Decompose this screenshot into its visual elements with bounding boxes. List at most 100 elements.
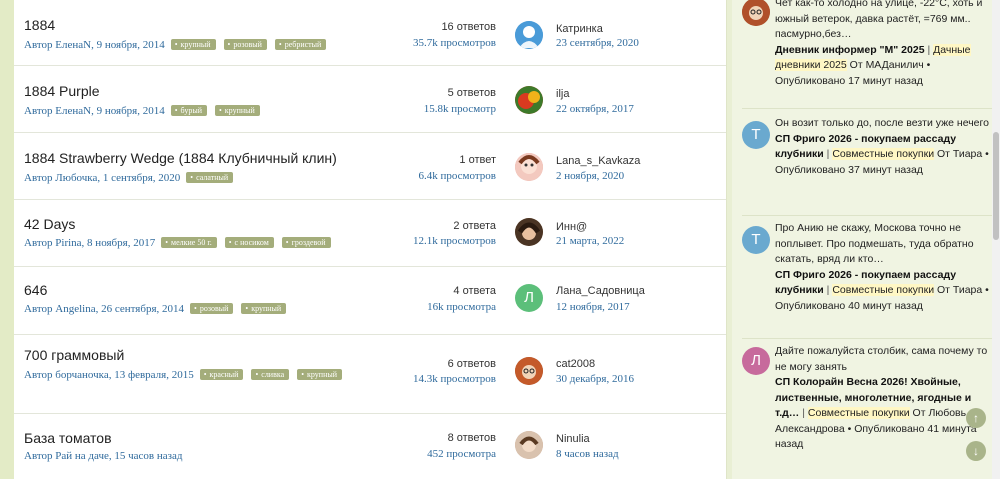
topic-title[interactable]: 1884 Purple: [24, 83, 100, 99]
activity-time: Опубликовано 40 минут назад: [775, 299, 923, 312]
topic-author[interactable]: Автор ЕленаN, 9 ноября, 2014: [24, 39, 165, 51]
last-poster[interactable]: Lana_s_Kavkaza: [556, 155, 640, 167]
tag[interactable]: красный: [199, 369, 244, 380]
last-post-date[interactable]: 22 октября, 2017: [556, 103, 634, 115]
view-count: 16k просмотра: [427, 301, 496, 313]
topic-meta: Автор ЕленаN, 9 ноября, 2014 крупный розов…: [24, 37, 424, 53]
avatar[interactable]: [515, 431, 543, 459]
tag[interactable]: с носиком: [224, 237, 274, 248]
topic-author[interactable]: Автор Рай на даче, 15 часов назад: [24, 450, 182, 462]
avatar[interactable]: [515, 86, 543, 114]
tag[interactable]: розовый: [190, 303, 234, 314]
avatar[interactable]: [515, 153, 543, 181]
last-poster[interactable]: Катринка: [556, 23, 603, 35]
view-count: 14.3k просмотров: [413, 373, 496, 385]
last-post-date[interactable]: 21 марта, 2022: [556, 235, 624, 247]
topic-author[interactable]: Автор ЕленаN, 9 ноября, 2014: [24, 105, 165, 117]
table-row[interactable]: 1884 Purple Автор ЕленаN, 9 ноября, 2014…: [14, 66, 726, 133]
topic-title[interactable]: База томатов: [24, 430, 112, 446]
reply-count: 4 ответа: [453, 285, 496, 297]
avatar[interactable]: Л: [742, 347, 770, 375]
last-poster[interactable]: Лана_Садовница: [556, 285, 645, 297]
topic-author[interactable]: Автор Любочка, 1 сентября, 2020: [24, 172, 180, 184]
scrollbar-thumb[interactable]: [993, 132, 999, 240]
last-post-date[interactable]: 12 ноября, 2017: [556, 301, 630, 313]
topic-title[interactable]: 1884: [24, 17, 55, 33]
activity-author[interactable]: От МАДанилич: [850, 59, 924, 71]
tag[interactable]: мелкие 50 г.: [161, 237, 217, 248]
activity-text: Он возит только до, после везти уже нече…: [775, 117, 989, 129]
topic-title[interactable]: 646: [24, 282, 47, 298]
tag[interactable]: гроздевой: [281, 237, 331, 248]
tag[interactable]: розовый: [223, 39, 267, 50]
table-row[interactable]: База томатов Автор Рай на даче, 15 часов…: [14, 414, 726, 479]
scroll-to-bottom-button[interactable]: ↓: [966, 441, 986, 461]
topic-author[interactable]: Автор Angelina, 26 сентября, 2014: [24, 303, 184, 315]
activity-body: Про Анию не скажу, Москова точно не попл…: [775, 222, 989, 312]
activity-forum-link[interactable]: Совместные покупки: [832, 148, 935, 160]
last-poster[interactable]: Инн@: [556, 221, 587, 233]
topic-list: 1884 Автор ЕленаN, 9 ноября, 2014 крупный…: [14, 0, 727, 479]
reply-count: 1 ответ: [459, 154, 496, 166]
last-post-date[interactable]: 23 сентября, 2020: [556, 37, 639, 49]
avatar[interactable]: Л: [515, 284, 543, 312]
last-poster[interactable]: ilja: [556, 88, 569, 100]
avatar[interactable]: Т: [742, 121, 770, 149]
user-avatar-icon: [515, 357, 543, 385]
table-row[interactable]: 1884 Strawberry Wedge (1884 Клубничный к…: [14, 133, 726, 200]
tag[interactable]: крупный: [170, 39, 216, 50]
activity-item[interactable]: Т Он возит только до, после везти уже не…: [742, 109, 992, 216]
activity-author[interactable]: От Тиара: [937, 148, 982, 160]
table-row[interactable]: 42 Days Автор Pirina, 8 ноября, 2017 мелк…: [14, 200, 726, 267]
view-count: 15.8k просмотр: [423, 103, 496, 115]
table-row[interactable]: 700 граммовый Автор борчаночка, 13 февра…: [14, 335, 726, 414]
activity-forum-link[interactable]: Совместные покупки: [807, 407, 910, 419]
activity-sidebar: Чет как-то холодно на улице, -22°C, хоть…: [732, 0, 994, 479]
last-poster[interactable]: Ninulia: [556, 433, 590, 445]
activity-thread-link[interactable]: Дневник информер "М" 2025: [775, 44, 925, 56]
topic-meta: Автор ЕленаN, 9 ноября, 2014 бурый крупный: [24, 103, 424, 119]
last-poster[interactable]: cat2008: [556, 358, 595, 370]
topic-title[interactable]: 1884 Strawberry Wedge (1884 Клубничный к…: [24, 150, 337, 166]
reply-count: 16 ответов: [441, 21, 496, 33]
activity-item[interactable]: Т Про Анию не скажу, Москова точно не по…: [742, 216, 992, 339]
tag[interactable]: сливка: [251, 369, 290, 380]
topic-author[interactable]: Автор Pirina, 8 ноября, 2017: [24, 237, 155, 249]
topic-title[interactable]: 42 Days: [24, 216, 75, 232]
last-post-date[interactable]: 8 часов назад: [556, 448, 619, 460]
view-count: 452 просмотра: [427, 448, 496, 460]
last-post-date[interactable]: 2 ноября, 2020: [556, 170, 624, 182]
topic-meta: Автор борчаночка, 13 февраля, 2015 красны…: [24, 367, 424, 383]
tag[interactable]: крупный: [214, 105, 260, 116]
topic-author[interactable]: Автор борчаночка, 13 февраля, 2015: [24, 369, 194, 381]
avatar[interactable]: [515, 218, 543, 246]
arrow-up-icon: ↑: [973, 411, 979, 425]
reply-count: 2 ответа: [453, 220, 496, 232]
table-row[interactable]: 646 Автор Angelina, 26 сентября, 2014 роз…: [14, 267, 726, 335]
avatar[interactable]: [742, 0, 770, 26]
tag[interactable]: крупный: [297, 369, 342, 380]
activity-forum-link[interactable]: Совместные покупки: [832, 284, 935, 296]
avatar[interactable]: [515, 21, 543, 49]
view-count: 35.7k просмотров: [413, 37, 496, 49]
user-avatar-icon: [515, 431, 543, 459]
tag[interactable]: крупный: [241, 303, 287, 314]
avatar[interactable]: [515, 357, 543, 385]
activity-author[interactable]: От Тиара: [937, 284, 982, 296]
user-avatar-icon: [515, 153, 543, 181]
avatar[interactable]: Т: [742, 226, 770, 254]
view-count: 12.1k просмотров: [413, 235, 496, 247]
activity-item[interactable]: Чет как-то холодно на улице, -22°C, хоть…: [742, 0, 992, 109]
user-avatar-icon: [742, 0, 770, 26]
last-post-date[interactable]: 30 декабря, 2016: [556, 373, 634, 385]
tag[interactable]: салатный: [186, 172, 234, 183]
scroll-to-top-button[interactable]: ↑: [966, 408, 986, 428]
activity-body: Он возит только до, после везти уже нече…: [775, 117, 989, 176]
topic-title[interactable]: 700 граммовый: [24, 347, 124, 363]
tag[interactable]: ребристый: [274, 39, 327, 50]
arrow-down-icon: ↓: [973, 444, 979, 458]
activity-time: Опубликовано 37 минут назад: [775, 163, 923, 176]
table-row[interactable]: 1884 Автор ЕленаN, 9 ноября, 2014 крупный…: [14, 0, 726, 66]
tag[interactable]: бурый: [170, 105, 207, 116]
activity-item[interactable]: Л Дайте пожалуйста столбик, сама почему …: [742, 339, 992, 479]
